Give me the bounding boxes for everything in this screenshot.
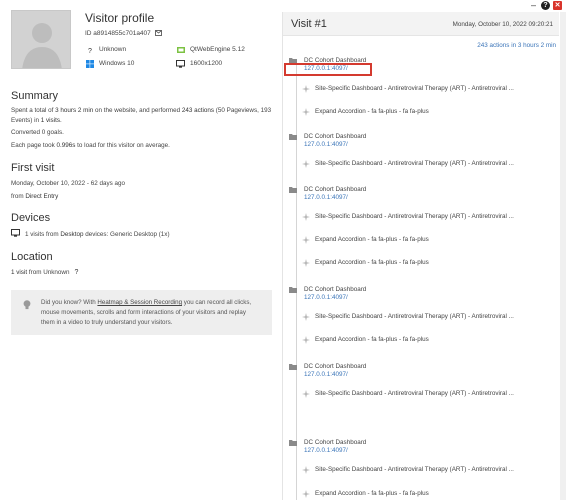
event-icon xyxy=(302,490,310,498)
page-title-text: DC Cohort Dashboard xyxy=(304,186,367,193)
location-title: Location xyxy=(11,251,53,263)
event-label: Site-Specific Dashboard - Antiretroviral… xyxy=(315,466,514,473)
heatmap-tip: Did you know? With Heatmap & Session Rec… xyxy=(11,290,272,335)
os-info: Windows 10 xyxy=(85,59,134,68)
event-icon xyxy=(302,313,310,321)
window-controls: – ? ✕ xyxy=(529,0,562,10)
visitor-profile-panel: Visitor profile ID a8914855c701a407 ? Un… xyxy=(0,0,282,500)
event-label: Site-Specific Dashboard - Antiretroviral… xyxy=(315,160,514,167)
devices-text: 1 visits from Desktop devices: Generic D… xyxy=(11,229,170,241)
engine-info: QtWebEngine 5.12 xyxy=(176,45,245,54)
event-label: Site-Specific Dashboard - Antiretroviral… xyxy=(315,85,514,92)
folder-icon xyxy=(289,286,297,293)
folder-icon xyxy=(289,363,297,370)
page-title-text: DC Cohort Dashboard xyxy=(304,439,367,446)
page-url-link[interactable]: 127.0.0.1:4097/ xyxy=(304,141,348,148)
event-icon xyxy=(302,390,310,398)
page-title-text: DC Cohort Dashboard xyxy=(304,286,367,293)
folder-icon xyxy=(289,186,297,193)
event-label: Expand Accordion - fa fa-plus - fa fa-pl… xyxy=(315,236,429,243)
engine-icon xyxy=(176,45,185,54)
event-icon xyxy=(302,85,310,93)
summary-title: Summary xyxy=(11,90,59,102)
summary-text: Spent a total of 3 hours 2 min on the we… xyxy=(11,107,272,124)
visit-date: Monday, October 10, 2022 09:20:21 xyxy=(452,21,553,28)
event-label: Site-Specific Dashboard - Antiretroviral… xyxy=(315,313,514,320)
desktop-icon xyxy=(11,229,20,241)
page-title-text: DC Cohort Dashboard xyxy=(304,133,367,140)
monitor-icon xyxy=(176,59,185,68)
event-icon xyxy=(302,160,310,168)
tip-text: Did you know? With Heatmap & Session Rec… xyxy=(41,299,252,326)
timeline-line xyxy=(296,62,297,500)
event-label: Expand Accordion - fa fa-plus - fa fa-pl… xyxy=(315,108,429,115)
lightbulb-icon xyxy=(23,300,31,310)
page-url-link[interactable]: 127.0.0.1:4097/ xyxy=(304,447,348,454)
visit-title: Visit #1 xyxy=(291,18,327,30)
visit-header: Visit #1 Monday, October 10, 2022 09:20:… xyxy=(283,12,559,36)
visit-details-panel: Visit #1 Monday, October 10, 2022 09:20:… xyxy=(282,12,566,500)
page-url-link[interactable]: 127.0.0.1:4097/ xyxy=(304,294,348,301)
resolution-info: 1600x1200 xyxy=(176,59,222,68)
first-visit-title: First visit xyxy=(11,162,55,174)
event-label: Expand Accordion - fa fa-plus - fa fa-pl… xyxy=(315,490,429,497)
event-icon xyxy=(302,236,310,244)
avatar xyxy=(11,10,71,69)
devices-title: Devices xyxy=(11,212,51,224)
event-icon xyxy=(302,466,310,474)
first-visit-date: Monday, October 10, 2022 - 62 days ago xyxy=(11,180,125,187)
windows-icon xyxy=(85,59,94,68)
event-icon xyxy=(302,259,310,267)
event-label: Site-Specific Dashboard - Antiretroviral… xyxy=(315,213,514,220)
page-title: Visitor profile xyxy=(85,11,155,25)
heatmap-link[interactable]: Heatmap & Session Recording xyxy=(97,299,182,306)
event-icon xyxy=(302,108,310,116)
browser-info: ? Unknown xyxy=(85,45,127,54)
highlight-box xyxy=(284,63,372,76)
mail-icon[interactable] xyxy=(154,30,162,37)
folder-icon xyxy=(289,133,297,140)
event-icon xyxy=(302,213,310,221)
svg-text:?: ? xyxy=(88,48,92,54)
page-url-link[interactable]: 127.0.0.1:4097/ xyxy=(304,194,348,201)
page-url-link[interactable]: 127.0.0.1:4097/ xyxy=(304,371,348,378)
load-time-text: Each page took 0.996s to load for this v… xyxy=(11,142,170,149)
question-icon: ? xyxy=(85,45,94,54)
event-label: Expand Accordion - fa fa-plus - fa fa-pl… xyxy=(315,336,429,343)
event-label: Site-Specific Dashboard - Antiretroviral… xyxy=(315,390,514,397)
page-title-text: DC Cohort Dashboard xyxy=(304,363,367,370)
folder-icon xyxy=(289,439,297,446)
unknown-flag-icon: ? xyxy=(74,269,79,276)
event-label: Expand Accordion - fa fa-plus - fa fa-pl… xyxy=(315,259,429,266)
scrollbar[interactable] xyxy=(560,12,566,500)
close-button[interactable]: ✕ xyxy=(553,0,562,10)
goals-text: Converted 0 goals. xyxy=(11,129,64,136)
visit-actions-summary: 243 actions in 3 hours 2 min xyxy=(477,42,556,49)
visitor-id: ID a8914855c701a407 xyxy=(85,30,162,37)
visitor-id-text: ID a8914855c701a407 xyxy=(85,30,151,37)
first-visit-referrer: from Direct Entry xyxy=(11,193,59,200)
location-text: 1 visit from Unknown ? xyxy=(11,269,79,276)
minimize-button[interactable]: – xyxy=(529,0,538,10)
event-icon xyxy=(302,336,310,344)
help-button[interactable]: ? xyxy=(541,0,550,10)
